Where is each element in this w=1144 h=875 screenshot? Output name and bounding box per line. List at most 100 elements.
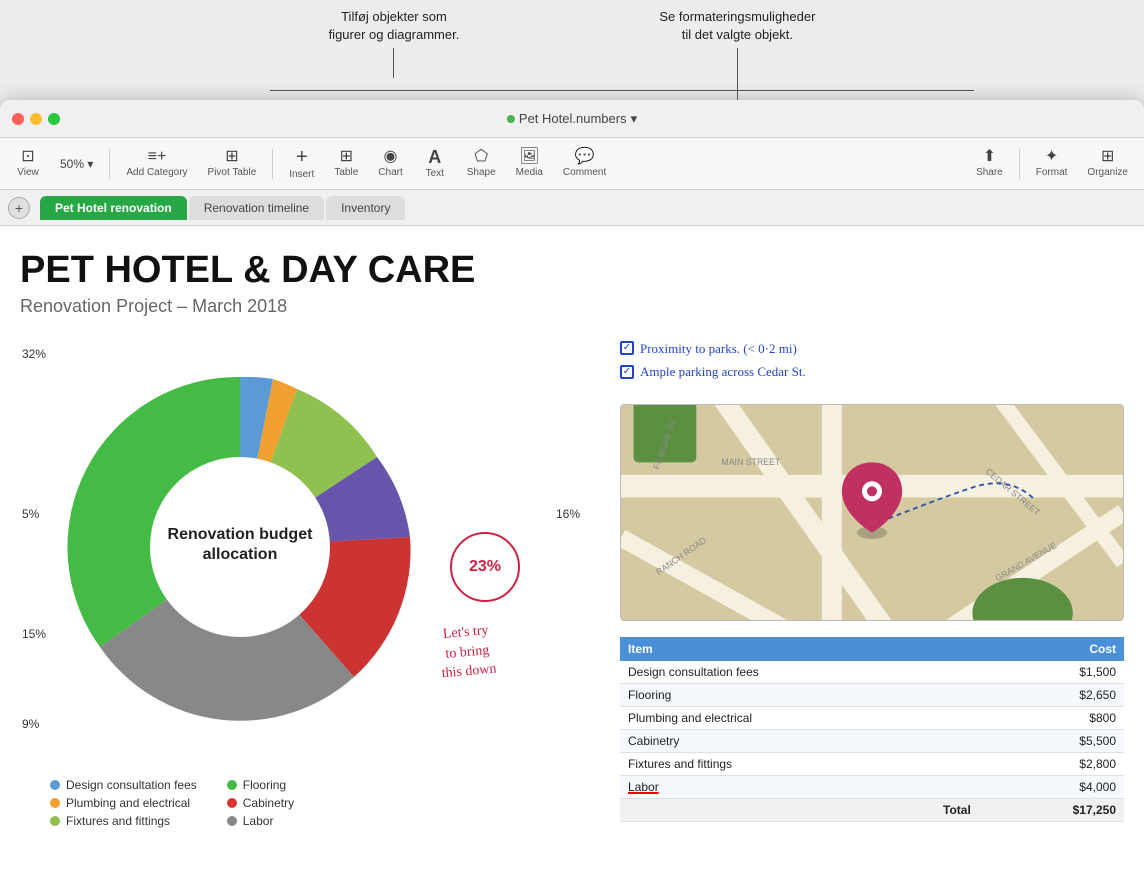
add-category-icon: ≡+ — [148, 149, 167, 165]
zoom-button[interactable]: 50% ▾ — [52, 154, 101, 174]
window-title-dropdown-icon[interactable]: ▾ — [631, 111, 638, 127]
row-item-flooring: Flooring — [620, 683, 979, 706]
annotation-left-line — [393, 48, 394, 78]
view-button[interactable]: ⊡ View — [8, 145, 48, 182]
table-row: Flooring $2,650 — [620, 683, 1124, 706]
legend-dot-cabinetry — [227, 798, 237, 808]
shape-button[interactable]: ⬠ Shape — [459, 145, 504, 182]
window-title: Pet Hotel.numbers ▾ — [507, 111, 637, 127]
legend-col-2: Flooring Cabinetry Labor — [227, 778, 294, 828]
col-header-item: Item — [620, 637, 979, 661]
legend-label-cabinetry: Cabinetry — [243, 796, 294, 810]
comment-label: Comment — [563, 167, 606, 178]
annotation-bracket-line — [270, 90, 974, 91]
media-button[interactable]: 🖼 Media — [508, 145, 551, 182]
format-button[interactable]: ✦ Format — [1028, 145, 1076, 182]
chart-legend: Design consultation fees Plumbing and el… — [50, 778, 600, 828]
note-parking: ✓ Ample parking across Cedar St. — [620, 360, 1124, 383]
checkbox-proximity: ✓ — [620, 341, 634, 355]
shape-icon: ⬠ — [474, 149, 488, 165]
donut-chart: Renovation budget allocation — [40, 337, 480, 757]
pivot-table-label: Pivot Table — [208, 167, 257, 178]
annotation-right-line — [737, 48, 738, 100]
table-label: Table — [334, 167, 358, 178]
row-cost-flooring: $2,650 — [979, 683, 1124, 706]
add-category-button[interactable]: ≡+ Add Category — [118, 145, 195, 182]
row-cost-plumbing: $800 — [979, 706, 1124, 729]
sheet-area[interactable]: PET HOTEL & DAY CARE Renovation Project … — [0, 226, 1144, 875]
bring-down-note: Let's try to bring this down — [438, 621, 498, 684]
main-title: PET HOTEL & DAY CARE — [20, 250, 1124, 292]
annotation-left: Tilføj objekter som figurer og diagramme… — [329, 8, 460, 100]
media-icon: 🖼 — [519, 149, 539, 165]
close-button[interactable] — [12, 113, 24, 125]
file-status-dot — [507, 115, 515, 123]
organize-button[interactable]: ⊞ Organize — [1079, 145, 1136, 182]
chart-label: Chart — [378, 167, 402, 178]
fullscreen-button[interactable] — [48, 113, 60, 125]
row-cost-cabinetry: $5,500 — [979, 729, 1124, 752]
legend-item-labor: Labor — [227, 814, 294, 828]
table-icon: ⊞ — [340, 149, 353, 165]
legend-dot-fixtures — [50, 816, 60, 826]
row-cost-design: $1,500 — [979, 661, 1124, 684]
comment-icon: 💬 — [575, 149, 595, 165]
pivot-table-icon: ⊞ — [225, 149, 238, 165]
legend-dot-labor — [227, 816, 237, 826]
main-window: Pet Hotel.numbers ▾ ⊡ View 50% ▾ ≡+ Add … — [0, 100, 1144, 875]
table-row: Cabinetry $5,500 — [620, 729, 1124, 752]
comment-button[interactable]: 💬 Comment — [555, 145, 614, 182]
tab-inventory[interactable]: Inventory — [326, 196, 405, 220]
legend-label-plumbing: Plumbing and electrical — [66, 796, 190, 810]
share-icon: ⬆ — [983, 149, 996, 165]
share-button[interactable]: ⬆ Share — [968, 145, 1011, 182]
chart-area: 32% 5% 15% 9% 16% — [20, 337, 600, 762]
minimize-button[interactable] — [30, 113, 42, 125]
row-item-labor: Labor — [620, 775, 979, 798]
legend-col-1: Design consultation fees Plumbing and el… — [50, 778, 197, 828]
chart-label-5: 5% — [22, 507, 39, 521]
legend-dot-flooring — [227, 780, 237, 790]
note-parking-text: Ample parking across Cedar St. — [640, 360, 806, 383]
annotation-right: Se formateringsmuligheder til det valgte… — [659, 8, 815, 100]
zoom-icon: 50% ▾ — [60, 158, 93, 170]
content-grid: 32% 5% 15% 9% 16% — [20, 337, 1124, 822]
format-label: Format — [1036, 167, 1068, 178]
insert-icon: + — [296, 147, 308, 167]
col-header-cost: Cost — [979, 637, 1124, 661]
note-proximity: ✓ Proximity to parks. (< 0·2 mi) — [620, 337, 1124, 360]
svg-text:MAIN STREET: MAIN STREET — [721, 456, 781, 466]
share-label: Share — [976, 167, 1003, 178]
legend-item-flooring: Flooring — [227, 778, 294, 792]
pivot-table-button[interactable]: ⊞ Pivot Table — [200, 145, 265, 182]
insert-label: Insert — [289, 169, 314, 180]
titlebar: Pet Hotel.numbers ▾ — [0, 100, 1144, 138]
circle-23-annotation: 23% — [450, 532, 520, 602]
chart-label-16: 16% — [556, 507, 580, 521]
right-panel: ✓ Proximity to parks. (< 0·2 mi) ✓ Ample… — [620, 337, 1124, 822]
top-annotations: Tilføj objekter som figurer og diagramme… — [0, 0, 1144, 100]
table-button[interactable]: ⊞ Table — [326, 145, 366, 182]
media-label: Media — [516, 167, 543, 178]
text-button[interactable]: A Text — [415, 144, 455, 183]
map-svg: FILMORE ST MAIN STREET RANCH ROAD CEDAR … — [621, 405, 1123, 620]
insert-button[interactable]: + Insert — [281, 143, 322, 184]
row-item-cabinetry: Cabinetry — [620, 729, 979, 752]
legend-item-cabinetry: Cabinetry — [227, 796, 294, 810]
table-row: Design consultation fees $1,500 — [620, 661, 1124, 684]
legend-item-design: Design consultation fees — [50, 778, 197, 792]
data-table-container: Item Cost Design consultation fees $1,50… — [620, 637, 1124, 822]
tab-pet-hotel-renovation[interactable]: Pet Hotel renovation — [40, 196, 187, 220]
text-icon: A — [428, 148, 441, 166]
total-value: $17,250 — [979, 798, 1124, 821]
legend-label-flooring: Flooring — [243, 778, 286, 792]
table-total-row: Total $17,250 — [620, 798, 1124, 821]
chart-button[interactable]: ◉ Chart — [370, 145, 410, 182]
add-tab-button[interactable]: + — [8, 197, 30, 219]
total-label: Total — [620, 798, 979, 821]
view-icon: ⊡ — [21, 149, 34, 165]
legend-label-fixtures: Fixtures and fittings — [66, 814, 170, 828]
legend-label-design: Design consultation fees — [66, 778, 197, 792]
tab-renovation-timeline[interactable]: Renovation timeline — [189, 196, 324, 220]
toolbar-sep-3 — [1019, 149, 1020, 179]
